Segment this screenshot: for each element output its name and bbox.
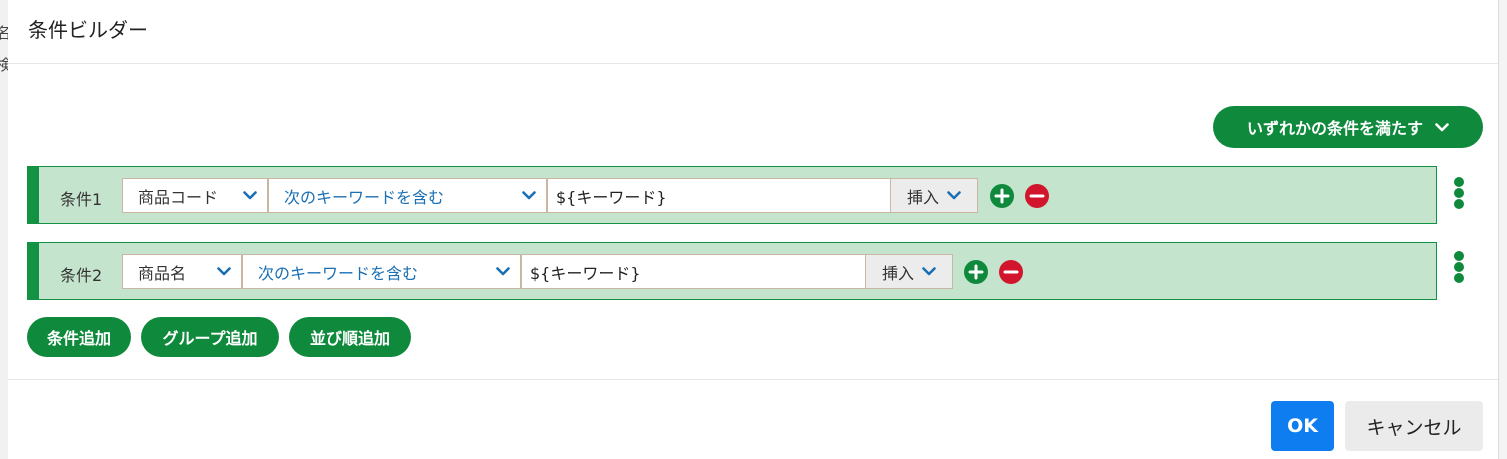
condition-accent-bar[interactable] xyxy=(28,243,39,299)
chevron-down-icon xyxy=(522,191,536,200)
insert-label: 挿入 xyxy=(881,263,914,283)
condition-value-input[interactable] xyxy=(547,178,891,213)
chevron-down-icon xyxy=(947,191,961,200)
chevron-down-icon xyxy=(1435,122,1449,131)
match-mode-label: いずれかの条件を満たす xyxy=(1246,119,1423,138)
condition-row: 条件1 商品コード 次のキーワードを含む 挿入 xyxy=(27,166,1437,224)
remove-condition-icon[interactable] xyxy=(999,260,1023,284)
chevron-down-icon xyxy=(243,191,257,200)
more-options-icon[interactable] xyxy=(1453,177,1465,209)
dialog-header: 条件ビルダー xyxy=(8,0,1498,64)
condition-builder-dialog: 条件ビルダー いずれかの条件を満たす 条件1 商品コード 次のキーワードを含む … xyxy=(8,0,1498,459)
ok-button[interactable]: OK xyxy=(1271,401,1334,451)
background-page-right xyxy=(1498,0,1507,459)
condition-row: 条件2 商品名 次のキーワードを含む 挿入 xyxy=(27,242,1437,300)
operator-select[interactable]: 次のキーワードを含む xyxy=(242,254,521,289)
add-sort-button[interactable]: 並び順追加 xyxy=(289,317,411,357)
chevron-down-icon xyxy=(217,267,231,276)
operator-select-value: 次のキーワードを含む xyxy=(258,263,419,283)
add-group-button[interactable]: グループ追加 xyxy=(141,317,279,357)
condition-value-input[interactable] xyxy=(521,254,866,289)
footer-divider xyxy=(8,379,1498,380)
insert-variable-button[interactable]: 挿入 xyxy=(890,178,978,213)
insert-variable-button[interactable]: 挿入 xyxy=(865,254,953,289)
add-condition-icon[interactable] xyxy=(990,184,1014,208)
match-mode-dropdown[interactable]: いずれかの条件を満たす xyxy=(1213,106,1483,148)
field-select-value: 商品コード xyxy=(138,187,219,207)
operator-select-value: 次のキーワードを含む xyxy=(284,187,445,207)
add-condition-button[interactable]: 条件追加 xyxy=(27,317,131,357)
cancel-button[interactable]: キャンセル xyxy=(1345,401,1483,451)
condition-label: 条件1 xyxy=(60,190,103,209)
operator-select[interactable]: 次のキーワードを含む xyxy=(268,178,547,213)
chevron-down-icon xyxy=(922,267,936,276)
more-options-icon[interactable] xyxy=(1453,251,1465,283)
remove-condition-icon[interactable] xyxy=(1025,184,1049,208)
dialog-title: 条件ビルダー xyxy=(28,18,148,42)
field-select-value: 商品名 xyxy=(138,263,187,283)
field-select[interactable]: 商品コード xyxy=(122,178,268,213)
chevron-down-icon xyxy=(496,267,510,276)
add-condition-icon[interactable] xyxy=(964,260,988,284)
condition-accent-bar[interactable] xyxy=(28,167,39,223)
insert-label: 挿入 xyxy=(906,187,939,207)
field-select[interactable]: 商品名 xyxy=(122,254,242,289)
condition-label: 条件2 xyxy=(60,266,103,285)
